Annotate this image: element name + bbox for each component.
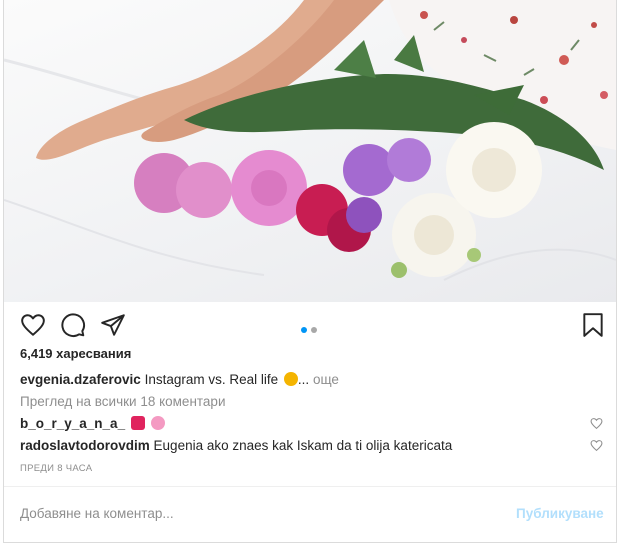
- likes-count[interactable]: 6,419 харесвания: [20, 346, 131, 361]
- save-bookmark-icon[interactable]: [580, 312, 606, 338]
- like-heart-icon[interactable]: [20, 312, 46, 338]
- comment-username[interactable]: radoslavtodorovdim: [20, 438, 150, 453]
- divider: [4, 486, 616, 487]
- post-caption: evgenia.dzaferovic Instagram vs. Real li…: [20, 372, 339, 387]
- publish-comment-button[interactable]: Публикуване: [516, 506, 604, 521]
- instagram-post: 6,419 харесвания evgenia.dzaferovic Inst…: [3, 0, 617, 543]
- red-heart-emoji-icon: [130, 416, 145, 430]
- comment-like-heart-icon[interactable]: [590, 439, 603, 452]
- grinning-face-emoji-icon: [283, 372, 298, 386]
- carousel-dot-active: [301, 327, 307, 333]
- post-action-bar: [4, 302, 616, 346]
- comment-bubble-icon[interactable]: [60, 312, 86, 338]
- carousel-dot: [311, 327, 317, 333]
- caption-text: Instagram vs. Real life: [144, 372, 279, 387]
- pink-flower-emoji-icon: [150, 416, 165, 430]
- view-all-comments-link[interactable]: Преглед на всички 18 коментари: [20, 394, 226, 409]
- carousel-indicator: [301, 320, 321, 333]
- caption-username[interactable]: evgenia.dzaferovic: [20, 372, 141, 387]
- comment-like-heart-icon[interactable]: [590, 417, 603, 430]
- comment-text: Eugenia ako znaes kak Iskam da ti olija …: [153, 438, 453, 453]
- share-paper-plane-icon[interactable]: [100, 312, 126, 338]
- comment-row: radoslavtodorovdim Eugenia ako znaes kak…: [20, 438, 452, 453]
- post-timestamp[interactable]: ПРЕДИ 8 ЧАСА: [20, 463, 92, 474]
- add-comment-input[interactable]: [20, 502, 490, 524]
- comment-username[interactable]: b_o_r_y_a_n_a_: [20, 416, 125, 431]
- caption-ellipsis: ...: [297, 372, 310, 387]
- comment-row: b_o_r_y_a_n_a_: [20, 416, 165, 431]
- caption-more-link[interactable]: още: [313, 372, 339, 387]
- post-photo[interactable]: [4, 0, 616, 302]
